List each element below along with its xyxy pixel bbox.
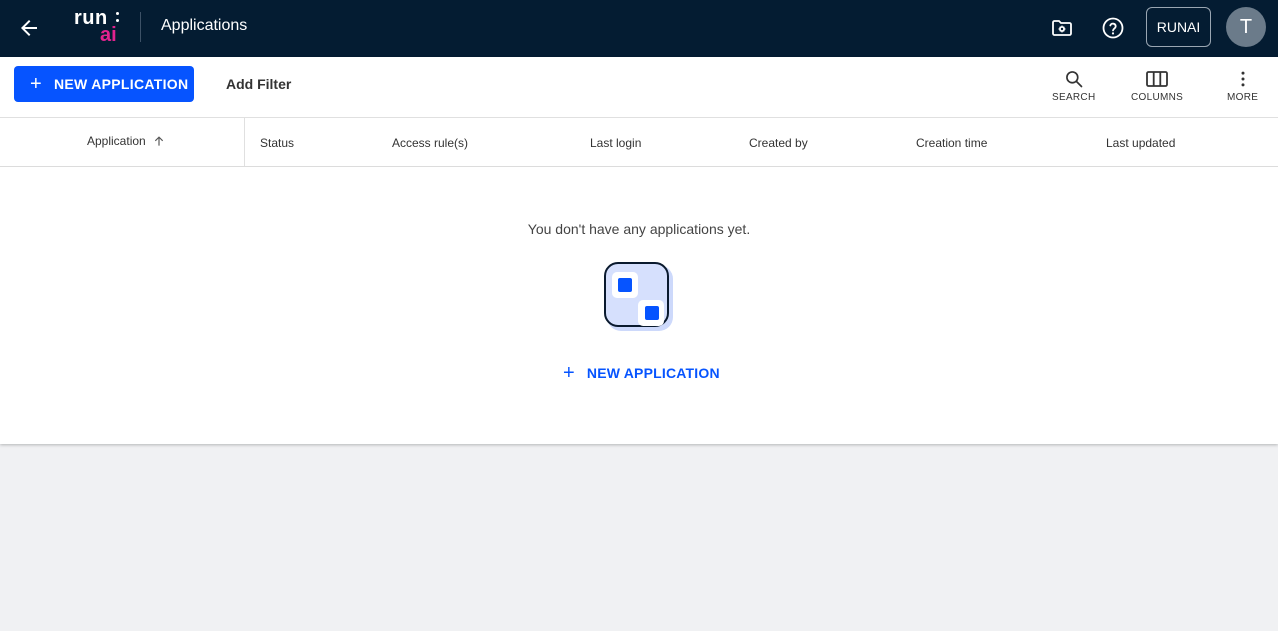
column-divider [244,118,245,166]
arrow-left-icon [21,20,37,36]
empty-state-action-label: NEW APPLICATION [586,365,720,381]
column-header-created-by[interactable]: Created by [749,136,808,150]
column-header-status[interactable]: Status [260,136,294,150]
column-header-creation-time[interactable]: Creation time [916,136,987,150]
top-bar: run ai Applications RUNAI T [0,0,1278,57]
folder-gear-icon [1052,20,1072,36]
empty-state-message: You don't have any applications yet. [527,221,751,237]
columns-icon [1146,71,1168,87]
empty-state-new-application-button[interactable]: + NEW APPLICATION [563,363,720,383]
table-header: Application Status Access rule(s) Last l… [0,117,1278,167]
plus-icon: + [30,73,42,95]
column-header-last-login[interactable]: Last login [590,136,641,150]
help-circle-icon [1102,17,1124,39]
settings-folder-button[interactable] [1047,13,1077,43]
logo-ai-text: ai [100,24,117,46]
add-filter-button[interactable]: Add Filter [226,76,291,92]
more-vertical-icon [1241,71,1245,87]
column-header-access-rules[interactable]: Access rule(s) [392,136,468,150]
plus-icon: + [563,362,575,384]
runai-logo[interactable]: run ai [74,8,124,46]
columns-button[interactable]: COLUMNS [1131,69,1183,103]
search-button[interactable]: SEARCH [1052,69,1095,103]
more-label: MORE [1227,92,1259,103]
new-application-label: NEW APPLICATION [53,76,189,92]
search-label: SEARCH [1052,92,1096,103]
search-icon [1065,71,1083,88]
columns-label: COLUMNS [1131,92,1184,103]
header-divider [140,12,141,42]
column-header-label: Application [87,134,146,148]
back-button[interactable] [14,13,44,43]
column-header-application[interactable]: Application [87,134,166,148]
tenant-button[interactable]: RUNAI [1146,7,1211,47]
user-avatar[interactable]: T [1226,7,1266,47]
help-button[interactable] [1098,13,1128,43]
sort-ascending-icon [154,136,163,146]
more-button[interactable]: MORE [1227,69,1258,103]
logo-dots [116,12,120,24]
applications-illustration-icon [602,260,676,334]
page-title: Applications [161,17,248,34]
column-header-last-updated[interactable]: Last updated [1106,136,1175,150]
applications-card: + NEW APPLICATION Add Filter SEARCH COLU… [0,57,1278,444]
new-application-button[interactable]: + NEW APPLICATION [14,66,194,102]
